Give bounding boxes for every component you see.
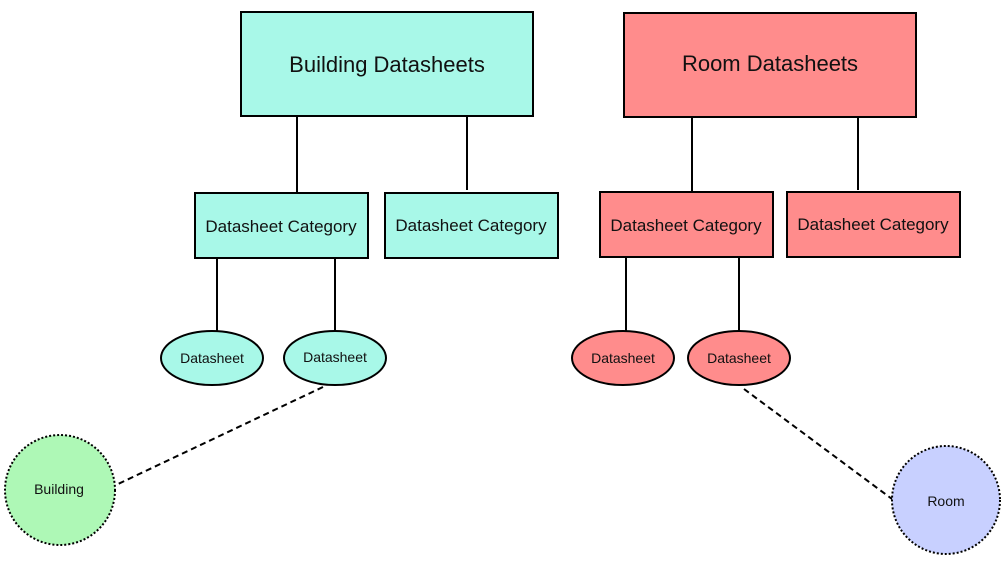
building-root-node[interactable]: Building Datasheets <box>240 11 534 117</box>
building-entity-node[interactable]: Building <box>4 434 116 546</box>
category-label: Datasheet Category <box>395 216 547 235</box>
datasheet-label: Datasheet <box>591 350 655 366</box>
building-entity-label: Building <box>34 481 84 497</box>
category-label: Datasheet Category <box>610 216 762 235</box>
room-root-label: Room Datasheets <box>682 51 858 76</box>
datasheet-label: Datasheet <box>180 350 244 366</box>
room-root-node[interactable]: Room Datasheets <box>623 12 917 118</box>
room-entity-node[interactable]: Room <box>891 445 1001 555</box>
room-datasheet-node-2[interactable]: Datasheet <box>687 330 791 386</box>
room-category-node-2[interactable]: Datasheet Category <box>786 191 961 258</box>
datasheet-diagram: Building Datasheets Datasheet Category D… <box>4 11 1001 555</box>
datasheet-label: Datasheet <box>303 349 367 365</box>
building-datasheet-node-1[interactable]: Datasheet <box>160 330 264 386</box>
room-datasheet-node-1[interactable]: Datasheet <box>571 330 675 386</box>
room-connectors <box>625 118 893 500</box>
category-label: Datasheet Category <box>797 215 949 234</box>
building-datasheet-node-2[interactable]: Datasheet <box>283 330 387 386</box>
room-category-node-1[interactable]: Datasheet Category <box>599 191 774 258</box>
building-connectors <box>115 117 468 486</box>
datasheet-label: Datasheet <box>707 350 771 366</box>
dashed-link-datasheet-room <box>743 388 893 500</box>
building-category-node-2[interactable]: Datasheet Category <box>384 192 559 259</box>
building-category-node-1[interactable]: Datasheet Category <box>194 192 369 259</box>
room-entity-label: Room <box>927 493 964 509</box>
dashed-link-datasheet-building <box>115 386 324 486</box>
building-root-label: Building Datasheets <box>289 52 485 77</box>
category-label: Datasheet Category <box>205 217 357 236</box>
